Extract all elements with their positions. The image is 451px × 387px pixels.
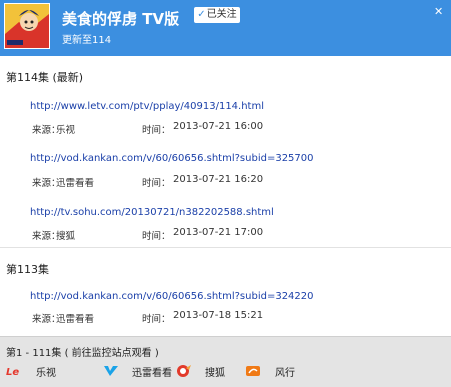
divider [0, 247, 451, 248]
close-icon[interactable]: ✕ [434, 5, 443, 18]
show-cover-image[interactable] [4, 3, 50, 49]
show-title: 美食的俘虏 TV版 [62, 10, 180, 28]
publish-time: 2013-07-21 16:00 [173, 121, 264, 132]
site-kankan[interactable]: 迅雷看看 [102, 363, 172, 379]
site-funshion[interactable]: 风行 [245, 363, 295, 379]
site-name: 风行 [275, 367, 295, 379]
time-label: 时间： [142, 314, 171, 325]
anime-cover-art [5, 4, 49, 48]
footer: 第1 - 111集 ( 前往监控站点观看 ) Le 乐视 迅雷看看 搜狐 风行 [0, 336, 451, 387]
episode-heading: 第113集 [6, 263, 49, 276]
source-name: 迅雷看看 [56, 178, 95, 189]
source-name: 迅雷看看 [56, 314, 95, 325]
kankan-icon [104, 366, 118, 376]
time-label: 时间： [142, 178, 171, 189]
publish-time: 2013-07-21 17:00 [173, 227, 264, 238]
episode-list: 第114集 (最新) http://www.letv.com/ptv/pplay… [0, 57, 451, 335]
update-status: 更新至114 [62, 35, 112, 46]
publish-time: 2013-07-18 15:21 [173, 310, 264, 321]
site-name: 搜狐 [205, 367, 225, 379]
time-label: 时间： [142, 231, 171, 242]
sohu-icon [177, 365, 191, 377]
followed-label: 已关注 [206, 9, 237, 20]
site-sohu[interactable]: 搜狐 [175, 363, 225, 379]
episode-link[interactable]: http://vod.kankan.com/v/60/60656.shtml?s… [30, 153, 314, 164]
site-letv[interactable]: Le 乐视 [6, 363, 56, 379]
time-label: 时间： [142, 125, 171, 136]
older-episodes-link[interactable]: 第1 - 111集 ( 前往监控站点观看 ) [6, 344, 159, 359]
episode-link[interactable]: http://www.letv.com/ptv/pplay/40913/114.… [30, 101, 264, 112]
check-icon: ✓ [197, 9, 206, 20]
episode-link[interactable]: http://vod.kankan.com/v/60/60656.shtml?s… [30, 291, 314, 302]
site-name: 迅雷看看 [132, 367, 172, 379]
source-name: 乐视 [56, 125, 76, 136]
svg-text:Le: Le [6, 367, 19, 378]
site-name: 乐视 [36, 367, 56, 379]
episode-heading: 第114集 (最新) [6, 71, 84, 84]
funshion-icon [246, 366, 260, 376]
publish-time: 2013-07-21 16:20 [173, 174, 264, 185]
source-name: 搜狐 [56, 231, 76, 242]
letv-icon: Le [6, 367, 19, 378]
followed-button[interactable]: ✓已关注 [194, 7, 240, 23]
header: 美食的俘虏 TV版 ✓已关注 更新至114 ✕ [0, 0, 451, 56]
episode-link[interactable]: http://tv.sohu.com/20130721/n382202588.s… [30, 207, 274, 218]
